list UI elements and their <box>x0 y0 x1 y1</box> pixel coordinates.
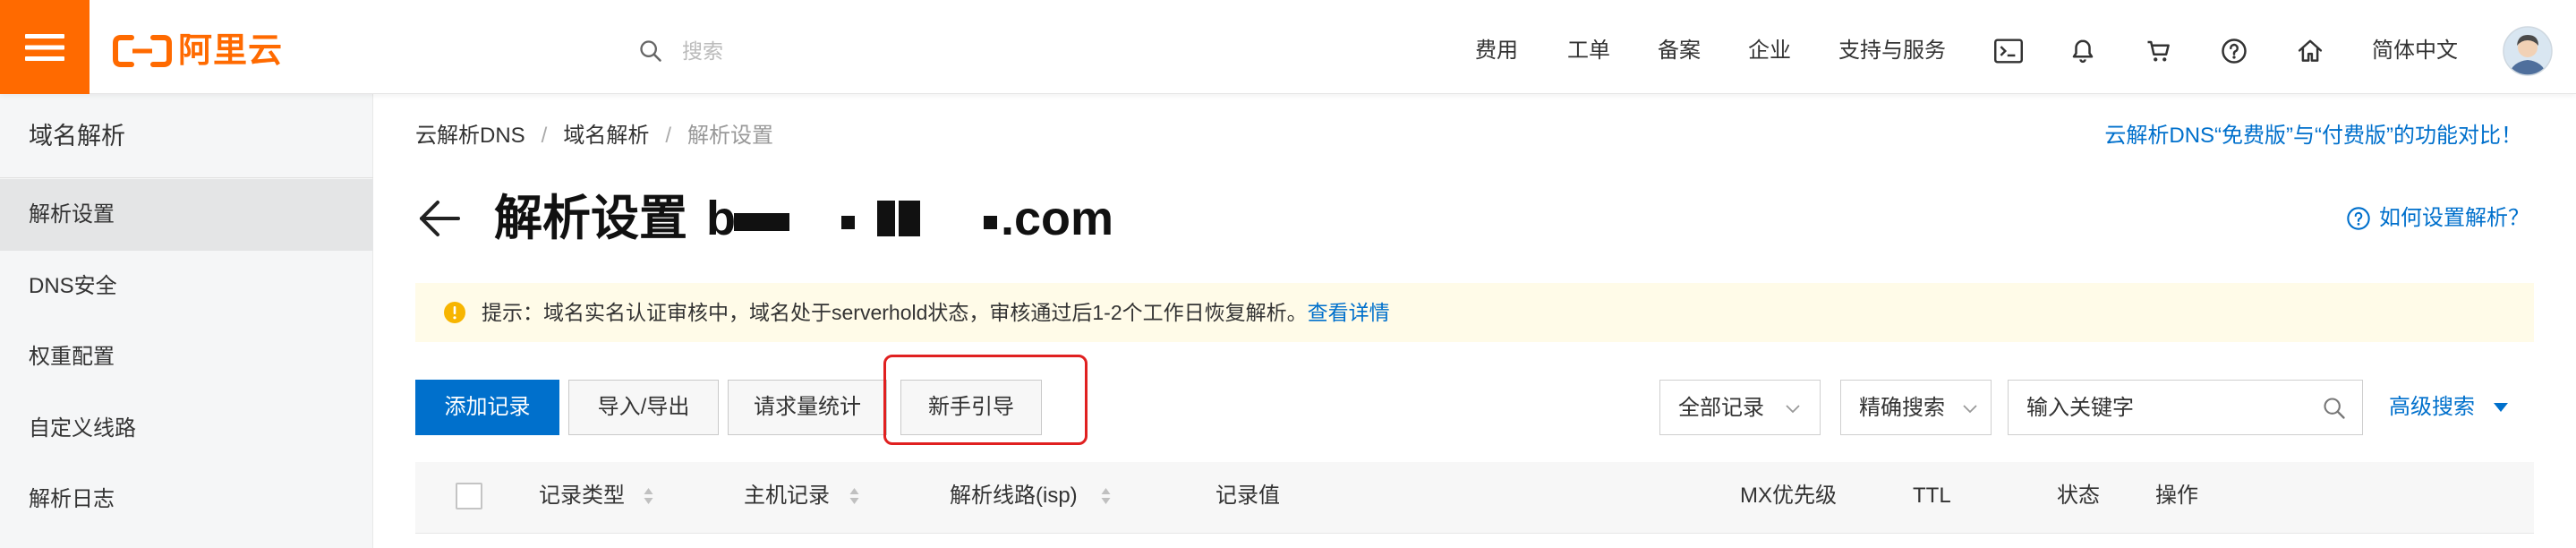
sidebar: 域名解析 解析设置 DNS安全 权重配置 自定义线路 解析日志 <box>0 94 373 548</box>
back-arrow-icon[interactable] <box>417 200 460 237</box>
nav-enterprise[interactable]: 企业 <box>1748 39 1791 64</box>
sidebar-item-label: DNS安全 <box>29 274 117 298</box>
bell-icon[interactable] <box>2069 38 2096 64</box>
language-switch[interactable]: 简体中文 <box>2372 39 2458 64</box>
hamburger-menu-icon <box>25 33 64 61</box>
table-header <box>415 462 2534 534</box>
keyword-search-input[interactable]: 输入关键字 <box>2008 380 2363 435</box>
breadcrumb-item[interactable]: 域名解析 <box>563 124 649 148</box>
sidebar-title: 域名解析 <box>29 123 125 150</box>
page-title: 解析设置 <box>494 192 687 245</box>
nav-icp-filing[interactable]: 备案 <box>1658 39 1701 64</box>
sort-icon[interactable] <box>1100 487 1112 505</box>
advanced-search-label[interactable]: 高级搜索 <box>2389 395 2475 420</box>
domain-name-suffix: .com <box>1001 192 1114 245</box>
cart-icon[interactable] <box>2145 38 2172 64</box>
add-record-button[interactable]: 添加记录 <box>415 380 559 435</box>
sidebar-item-weight-config[interactable]: 权重配置 <box>0 321 373 393</box>
column-header-mx-priority: MX优先级 <box>1740 484 1837 508</box>
sidebar-divider <box>0 177 373 178</box>
sidebar-item-label: 解析日志 <box>29 487 115 511</box>
question-circle-icon <box>2347 207 2370 230</box>
how-to-setup-text[interactable]: 如何设置解析？ <box>2379 206 2529 231</box>
home-icon[interactable] <box>2297 38 2324 64</box>
notice-content: 提示：域名实名认证审核中，域名处于serverhold状态，审核通过后1-2个工… <box>482 300 1390 325</box>
domain-name-prefix: b <box>706 192 736 245</box>
breadcrumb-current: 解析设置 <box>687 124 774 148</box>
highlight-annotation-box <box>883 355 1088 445</box>
keyword-placeholder: 输入关键字 <box>2026 396 2134 420</box>
record-type-filter-select[interactable]: 全部记录 <box>1659 380 1821 435</box>
search-icon <box>640 40 661 62</box>
menu-button[interactable] <box>0 0 90 94</box>
warning-icon <box>444 302 465 323</box>
request-stats-button[interactable]: 请求量统计 <box>728 380 887 435</box>
column-header-record-type[interactable]: 记录类型 <box>539 484 625 509</box>
chevron-down-icon <box>1963 405 1977 414</box>
sort-icon[interactable] <box>643 487 654 505</box>
caret-down-icon <box>2494 403 2508 412</box>
search-mode-select[interactable]: 精确搜索 <box>1840 380 1992 435</box>
column-header-status: 状态 <box>2057 484 2100 508</box>
column-header-resolution-line[interactable]: 解析线路(isp) <box>950 484 1078 509</box>
chevron-down-icon <box>1786 405 1800 414</box>
sidebar-item-custom-lines[interactable]: 自定义线路 <box>0 393 373 465</box>
search-mode-value: 精确搜索 <box>1859 396 1945 420</box>
notice-details-link[interactable]: 查看详情 <box>1308 301 1390 324</box>
edition-compare-link[interactable]: 云解析DNS“免费版”与“付费版”的功能对比！ <box>2104 124 2522 149</box>
column-header-record-value: 记录值 <box>1215 484 1280 508</box>
import-export-button[interactable]: 导入/导出 <box>568 380 719 435</box>
sort-icon[interactable] <box>849 487 860 505</box>
search-icon[interactable] <box>2322 396 2347 421</box>
terminal-icon[interactable] <box>1994 39 2023 64</box>
sidebar-item-label: 权重配置 <box>29 345 115 369</box>
top-navigation-bar: 阿里云 搜索 费用 工单 备案 企业 支持与服务 简体中文 <box>0 0 2576 94</box>
select-all-checkbox[interactable] <box>456 483 482 509</box>
breadcrumb-separator: / <box>665 124 672 148</box>
sidebar-item-dns-security[interactable]: DNS安全 <box>0 251 373 322</box>
nav-support[interactable]: 支持与服务 <box>1838 39 1946 64</box>
nav-tickets[interactable]: 工单 <box>1567 39 1610 64</box>
notice-text: 提示：域名实名认证审核中，域名处于serverhold状态，审核通过后1-2个工… <box>482 301 1308 324</box>
aliyun-logo-icon <box>113 35 172 67</box>
sidebar-item-dns-settings[interactable]: 解析设置 <box>0 179 373 251</box>
breadcrumb: 云解析DNS / 域名解析 / 解析设置 <box>415 124 773 149</box>
column-header-actions: 操作 <box>2155 484 2198 508</box>
record-filter-value: 全部记录 <box>1678 396 1764 420</box>
sidebar-item-label: 自定义线路 <box>29 416 136 441</box>
sidebar-item-label: 解析设置 <box>29 202 115 227</box>
breadcrumb-item[interactable]: 云解析DNS <box>415 124 525 148</box>
sidebar-item-dns-logs[interactable]: 解析日志 <box>0 464 373 535</box>
column-header-host-record[interactable]: 主机记录 <box>744 484 830 509</box>
column-header-ttl: TTL <box>1913 484 1951 508</box>
breadcrumb-separator: / <box>541 124 548 148</box>
search-placeholder[interactable]: 搜索 <box>682 39 723 64</box>
help-icon[interactable] <box>2221 38 2248 64</box>
nav-fees[interactable]: 费用 <box>1475 39 1518 64</box>
logo-text: 阿里云 <box>178 32 284 70</box>
user-avatar[interactable] <box>2503 26 2553 76</box>
